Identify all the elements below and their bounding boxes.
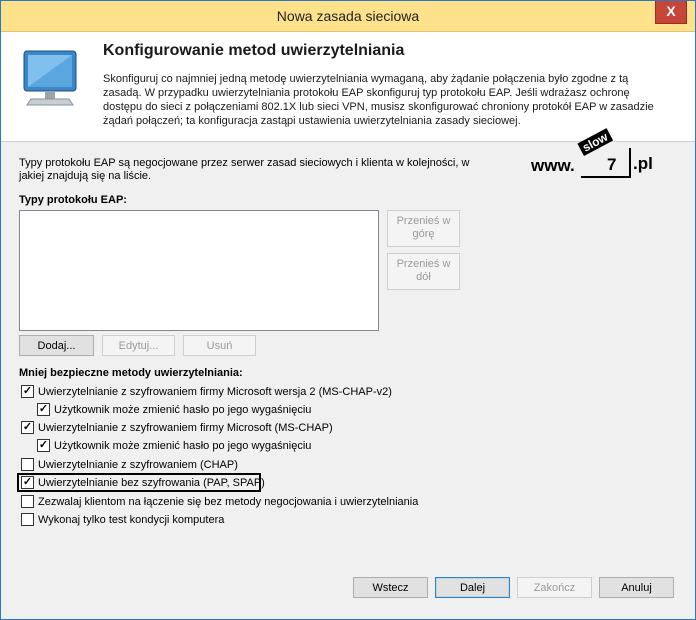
option-label: Zezwalaj klientom na łączenie się bez me… — [38, 496, 419, 509]
logo-seven: 7 — [607, 155, 617, 174]
site-logo: www. slow 7 .pl — [531, 128, 661, 184]
option-chap[interactable]: Uwierzytelnianie z szyfrowaniem (CHAP) — [21, 457, 238, 473]
option-label: Użytkownik może zmienić hasło po jego wy… — [54, 404, 312, 417]
move-up-button[interactable]: Przenieś w górę — [387, 210, 460, 247]
option-label: Uwierzytelnianie z szyfrowaniem firmy Mi… — [38, 422, 333, 435]
next-button[interactable]: Dalej — [435, 577, 510, 598]
checkbox-no-negotiation[interactable] — [21, 494, 34, 508]
page-title: Konfigurowanie metod uwierzytelniania — [103, 42, 405, 59]
option-health-check[interactable]: Wykonaj tylko test kondycji komputera — [21, 512, 224, 528]
dialog-window: Nowa zasada sieciowa X Konfigurowanie me… — [0, 0, 696, 620]
eap-types-list[interactable] — [19, 210, 379, 331]
option-label: Uwierzytelnianie z szyfrowaniem (CHAP) — [38, 459, 238, 472]
add-button[interactable]: Dodaj... — [19, 335, 94, 356]
remove-button[interactable]: Usuń — [183, 335, 256, 356]
cancel-button[interactable]: Anuluj — [599, 577, 674, 598]
wizard-header: Konfigurowanie metod uwierzytelniania Sk… — [1, 32, 695, 142]
logo-www: www. — [531, 156, 575, 175]
close-button[interactable]: X — [655, 1, 687, 24]
option-label: Wykonaj tylko test kondycji komputera — [38, 514, 225, 527]
option-label: Użytkownik może zmienić hasło po jego wy… — [54, 440, 312, 453]
option-mschap-change-password[interactable]: ✓ Użytkownik może zmienić hasło po jego w… — [37, 438, 311, 454]
intro-text: Typy protokołu EAP są negocjowane przez … — [19, 157, 470, 182]
eap-types-label: Typy protokołu EAP: — [19, 194, 127, 206]
option-mschapv2[interactable]: ✓ Uwierzytelnianie z szyfrowaniem firmy M… — [21, 384, 392, 400]
checkbox-mschapv2[interactable]: ✓ — [21, 384, 34, 398]
logo-pl: .pl — [633, 154, 653, 173]
finish-button[interactable]: Zakończ — [517, 577, 592, 598]
less-secure-label: Mniej bezpieczne metody uwierzytelniania… — [19, 367, 243, 379]
edit-button[interactable]: Edytuj... — [102, 335, 175, 356]
page-description: Skonfiguruj co najmniej jedną metodę uwi… — [103, 73, 654, 127]
option-label: Uwierzytelnianie bez szyfrowania (PAP, S… — [38, 477, 265, 490]
monitor-icon — [23, 50, 77, 106]
checkbox-health-check[interactable] — [21, 512, 34, 526]
option-label: Uwierzytelnianie z szyfrowaniem firmy Mi… — [38, 386, 392, 399]
option-no-negotiation[interactable]: Zezwalaj klientom na łączenie się bez me… — [21, 494, 418, 510]
checkbox-mschap-change-password[interactable]: ✓ — [37, 438, 50, 452]
checkbox-pap-spap[interactable]: ✓ — [21, 475, 34, 489]
move-down-button[interactable]: Przenieś w dół — [387, 253, 460, 290]
checkbox-chap[interactable] — [21, 457, 34, 471]
title-bar: Nowa zasada sieciowa X — [1, 1, 695, 32]
checkbox-mschap[interactable]: ✓ — [21, 420, 34, 434]
window-title: Nowa zasada sieciowa — [276, 8, 420, 24]
option-mschap[interactable]: ✓ Uwierzytelnianie z szyfrowaniem firmy M… — [21, 420, 333, 436]
back-button[interactable]: Wstecz — [353, 577, 428, 598]
checkbox-mschapv2-change-password[interactable]: ✓ — [37, 402, 50, 416]
option-pap-spap[interactable]: ✓ Uwierzytelnianie bez szyfrowania (PAP, … — [21, 475, 265, 491]
option-mschapv2-change-password[interactable]: ✓ Użytkownik może zmienić hasło po jego w… — [37, 402, 311, 418]
